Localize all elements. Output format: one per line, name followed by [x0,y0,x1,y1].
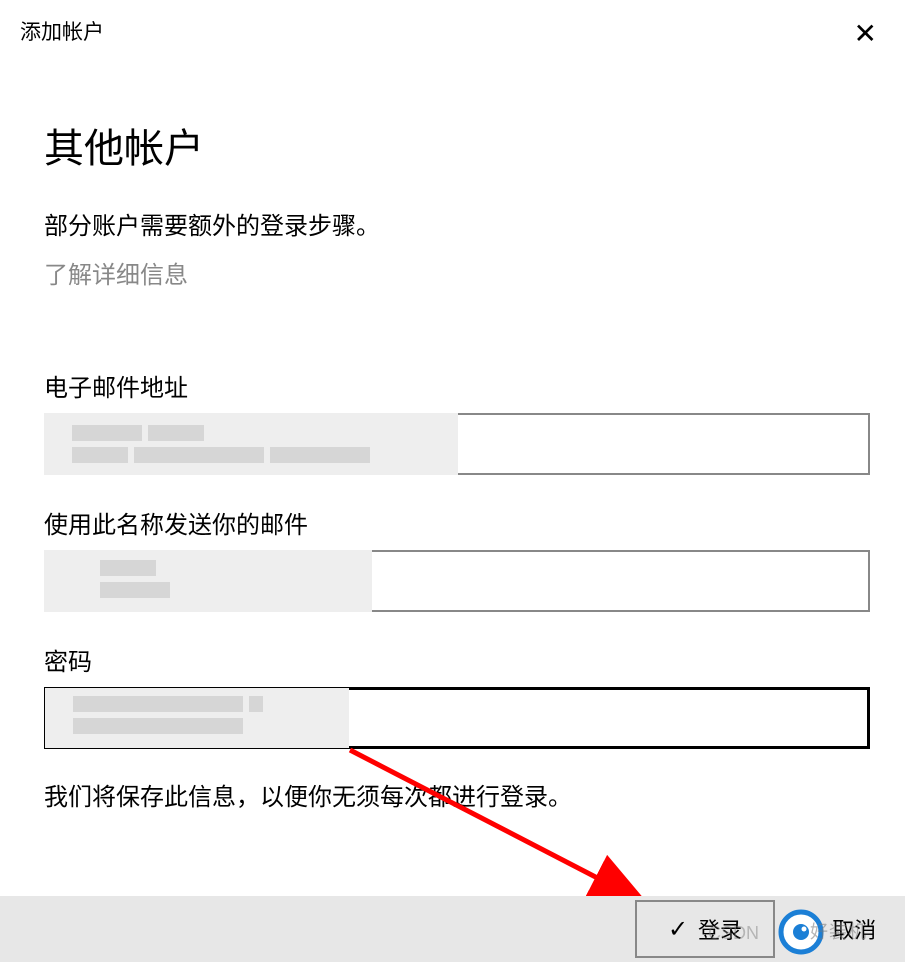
page-heading: 其他帐户 [44,116,861,174]
sendname-field[interactable] [46,552,868,610]
footer-bar: ✓ 登录 ✕ 取消 [0,896,905,962]
window-title: 添加帐户 [20,16,104,46]
email-field-wrap [44,413,870,475]
email-field[interactable] [46,415,868,473]
login-button-label: 登录 [698,913,742,945]
sendname-field-wrap [44,550,870,612]
password-label: 密码 [44,642,861,677]
close-icon[interactable]: ✕ [846,16,885,52]
sendname-label: 使用此名称发送你的邮件 [44,505,861,540]
check-icon: ✓ [668,915,688,944]
password-field-wrap [44,687,870,749]
learn-more-link[interactable]: 了解详细信息 [44,255,188,290]
login-button[interactable]: ✓ 登录 [635,900,775,958]
page-subtext: 部分账户需要额外的登录步骤。 [44,206,861,241]
password-field[interactable] [47,690,867,746]
save-info-text: 我们将保存此信息，以便你无须每次都进行登录。 [44,777,861,812]
cancel-button-label: 取消 [832,913,876,945]
logo-icon [777,908,825,956]
email-label: 电子邮件地址 [44,368,861,403]
